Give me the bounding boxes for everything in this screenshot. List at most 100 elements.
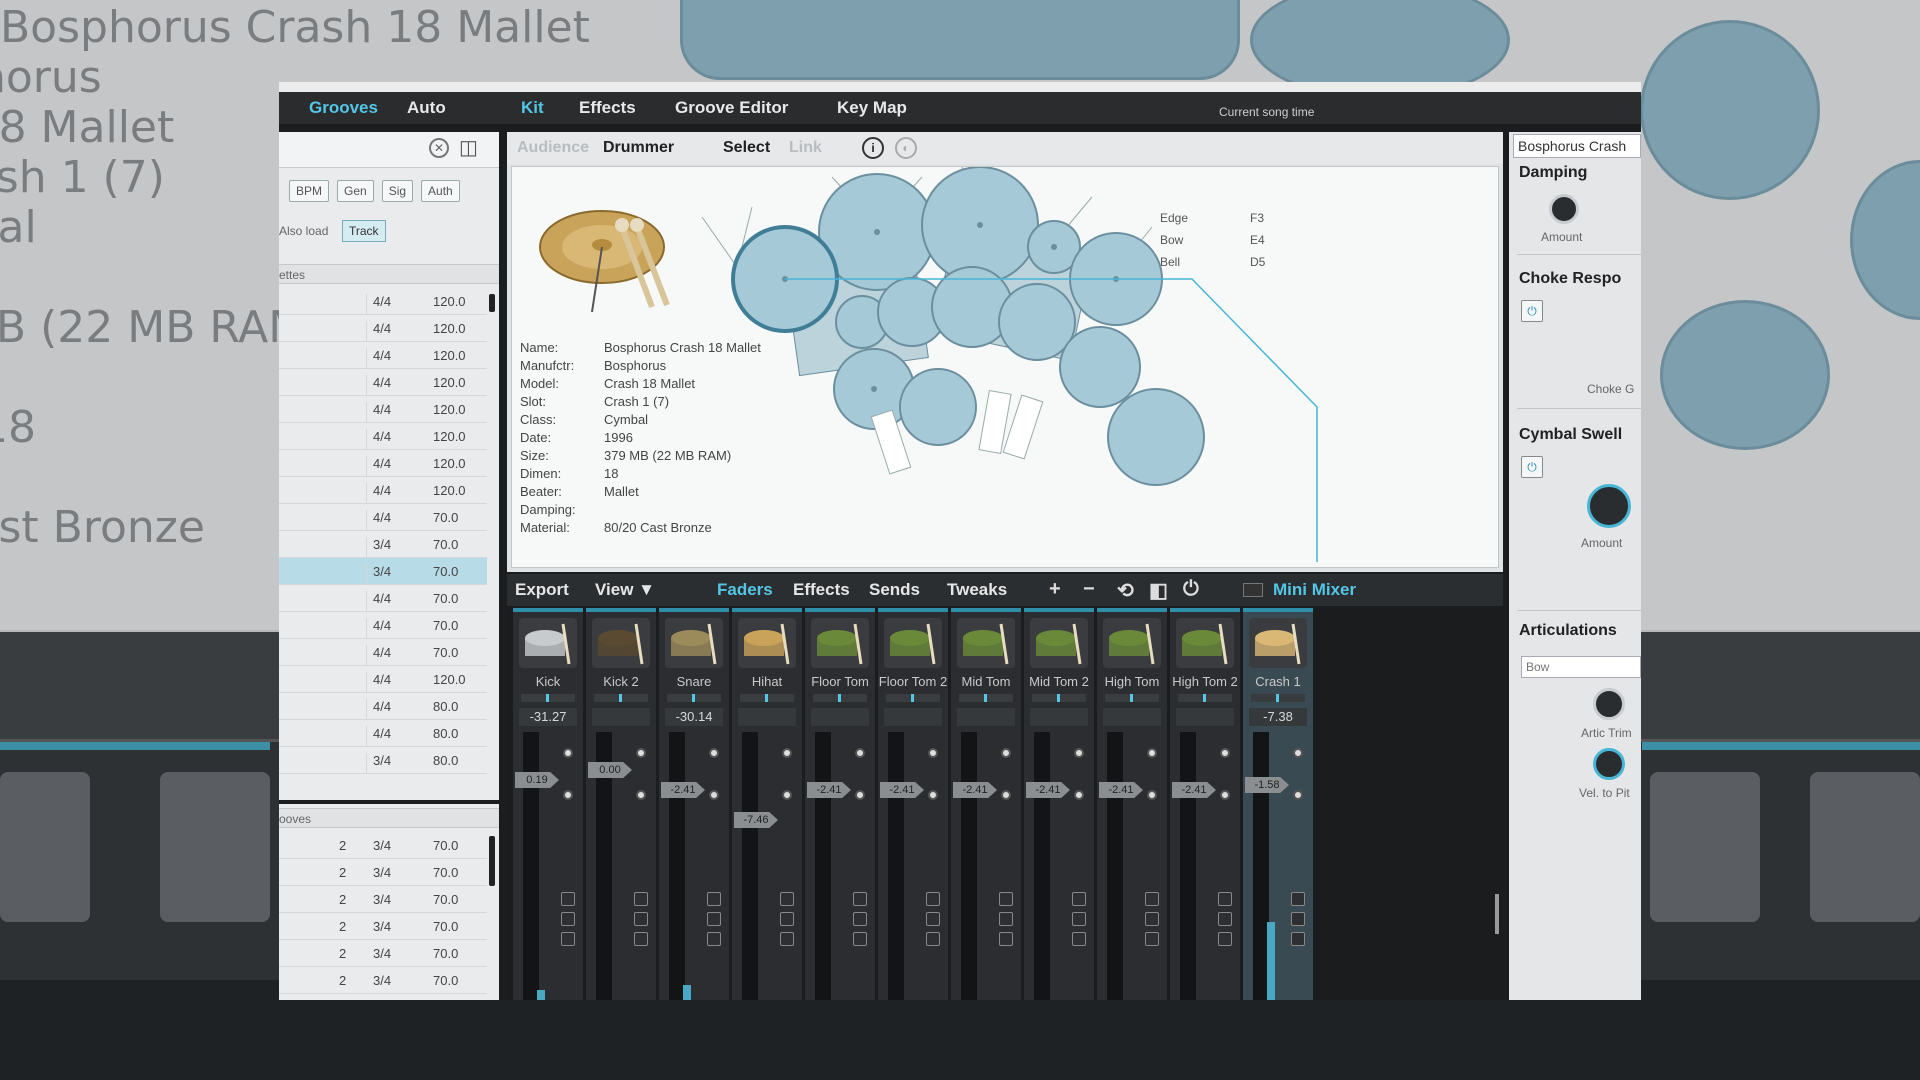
tab-drummer[interactable]: Drummer [603,139,674,157]
solo-button[interactable] [1291,912,1305,926]
fader-handle[interactable]: -2.41 [807,782,851,798]
channel-gain-readout[interactable] [1103,708,1161,726]
tab-kit[interactable]: Kit [521,98,544,118]
mute-button[interactable] [1072,892,1086,906]
mute-button[interactable] [1218,892,1232,906]
palette-icon[interactable]: ◐ [895,137,917,159]
channel-gain-readout[interactable] [1176,708,1234,726]
tab-sends[interactable]: Sends [869,580,920,600]
channel-gain-readout[interactable] [811,708,869,726]
channel-drum-image[interactable] [1249,618,1307,668]
groove-row[interactable]: 4/4 120.0 [279,477,487,504]
fader-handle[interactable]: 0.19 [515,772,559,788]
tab-audience[interactable]: Audience [517,139,589,157]
channel-drum-image[interactable] [884,618,942,668]
groove-row[interactable]: 3/4 70.0 [279,531,487,558]
layout-icon[interactable]: ◧ [1149,578,1168,603]
channel-drum-image[interactable] [811,618,869,668]
info-icon[interactable]: i [862,137,884,159]
fader-handle[interactable]: -7.46 [734,812,778,828]
filter-signature-button[interactable]: Sig [381,180,414,202]
groove-row[interactable]: 2 3/4 70.0 [279,886,487,913]
channel-drum-image[interactable] [665,618,723,668]
channel-pan[interactable] [813,694,867,702]
channel-gain-readout[interactable] [1030,708,1088,726]
mute-button[interactable] [634,892,648,906]
channel-knob[interactable] [1074,748,1084,758]
export-button[interactable]: Export [515,580,569,600]
filter-bpm-button[interactable]: BPM [289,180,330,202]
groove-row[interactable]: 4/4 120.0 [279,666,487,693]
fader-handle[interactable]: 0.00 [588,762,632,778]
channel-knob[interactable] [563,748,573,758]
mute-button[interactable] [1145,892,1159,906]
route-button[interactable] [780,932,794,946]
channel-pan[interactable] [740,694,794,702]
solo-button[interactable] [999,912,1013,926]
mute-button[interactable] [1291,892,1305,906]
solo-button[interactable] [1218,912,1232,926]
channel-knob[interactable] [636,790,646,800]
swell-amount-knob[interactable] [1587,484,1631,528]
route-button[interactable] [707,932,721,946]
groove-row[interactable]: 2 3/4 70.0 [279,913,487,940]
choke-power-button[interactable]: ⏻ [1521,300,1543,322]
mute-button[interactable] [999,892,1013,906]
groove-list-2-scrollbar[interactable] [489,836,495,886]
groove-row[interactable]: 4/4 70.0 [279,504,487,531]
filter-genre-button[interactable]: Gen [337,180,374,202]
channel-drum-image[interactable] [1030,618,1088,668]
mute-button[interactable] [926,892,940,906]
route-button[interactable] [1218,932,1232,946]
channel-gain-readout[interactable]: -7.38 [1249,708,1307,726]
route-button[interactable] [1291,932,1305,946]
channel-pan[interactable] [667,694,721,702]
tab-key-map[interactable]: Key Map [837,98,907,118]
channel-pan[interactable] [521,694,575,702]
groove-row[interactable]: 4/4 70.0 [279,612,487,639]
groove-row[interactable]: 4/4 120.0 [279,396,487,423]
articulation-select[interactable]: Bow [1521,656,1641,678]
mixer-scrollbar[interactable] [1495,894,1499,934]
channel-knob[interactable] [928,790,938,800]
channel-knob[interactable] [1220,790,1230,800]
channel-pan[interactable] [1178,694,1232,702]
groove-row[interactable]: 4/4 80.0 [279,720,487,747]
groove-row[interactable]: 2 3/4 70.0 [279,940,487,967]
columns-icon[interactable]: ◫ [459,138,478,158]
route-button[interactable] [634,932,648,946]
fader-handle[interactable]: -2.41 [1172,782,1216,798]
route-button[interactable] [999,932,1013,946]
add-channel-icon[interactable]: + [1049,578,1061,601]
tab-grooves[interactable]: Grooves [309,98,378,118]
groove-row[interactable]: 4/4 120.0 [279,450,487,477]
route-button[interactable] [926,932,940,946]
groove-row[interactable]: 4/4 120.0 [279,288,487,315]
channel-pan[interactable] [1105,694,1159,702]
channel-pan[interactable] [1032,694,1086,702]
channel-knob[interactable] [855,748,865,758]
fader-handle[interactable]: -2.41 [661,782,705,798]
swell-power-button[interactable]: ⏻ [1521,456,1543,478]
route-button[interactable] [561,932,575,946]
channel-knob[interactable] [1147,790,1157,800]
channel-knob[interactable] [1293,748,1303,758]
channel-drum-image[interactable] [1103,618,1161,668]
groove-row[interactable]: 4/4 120.0 [279,342,487,369]
groove-row[interactable]: 4/4 70.0 [279,585,487,612]
channel-pan[interactable] [959,694,1013,702]
damping-amount-knob[interactable] [1549,194,1579,224]
channel-pan[interactable] [886,694,940,702]
artic-trim-knob[interactable] [1593,688,1625,720]
channel-gain-readout[interactable] [884,708,942,726]
mute-button[interactable] [561,892,575,906]
power-icon[interactable]: ⏻ [1183,578,1199,601]
groove-list-scrollbar[interactable] [489,294,495,312]
tab-effects[interactable]: Effects [579,98,636,118]
channel-gain-readout[interactable]: -31.27 [519,708,577,726]
channel-gain-readout[interactable] [738,708,796,726]
channel-drum-image[interactable] [519,618,577,668]
solo-button[interactable] [853,912,867,926]
channel-knob[interactable] [709,748,719,758]
tab-tweaks[interactable]: Tweaks [947,580,1007,600]
